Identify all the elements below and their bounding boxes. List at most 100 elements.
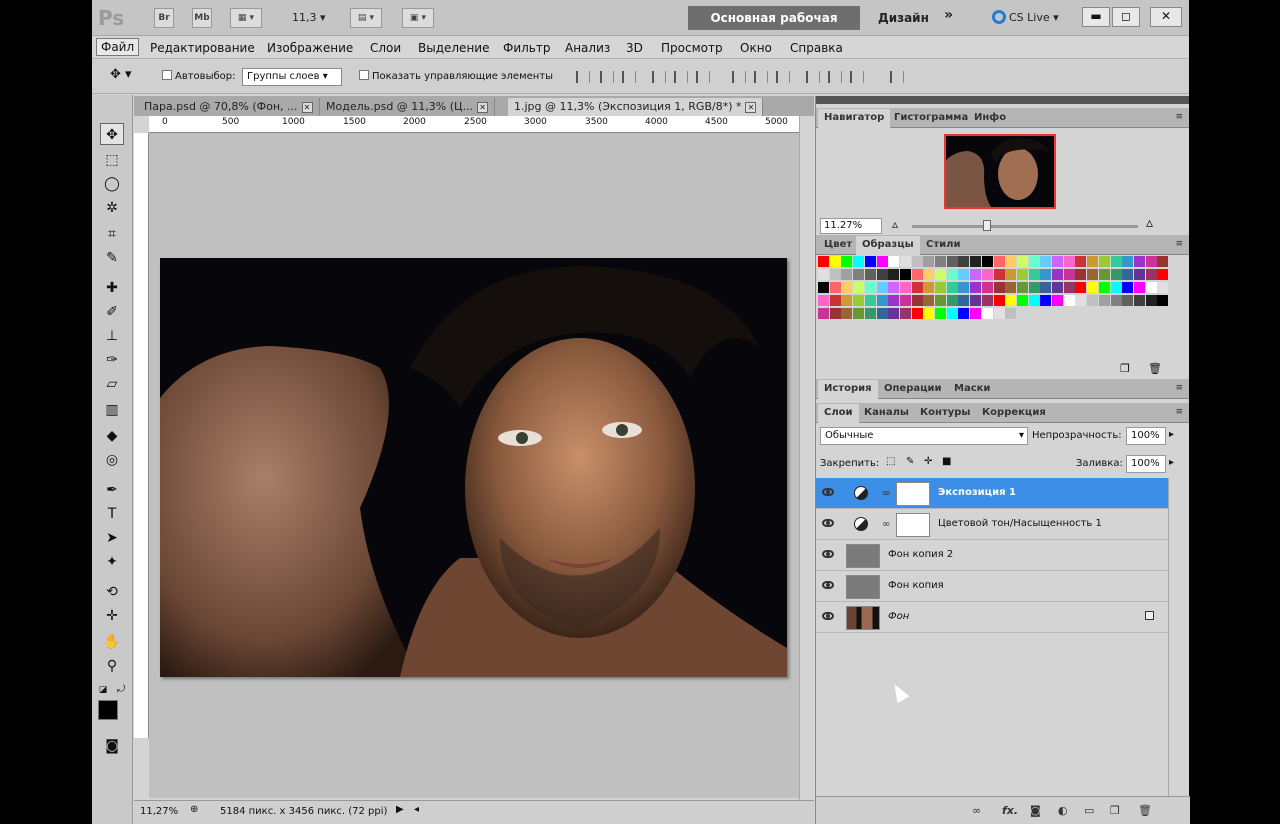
- tab-history[interactable]: История: [818, 380, 878, 399]
- color-swatch[interactable]: [888, 295, 900, 306]
- color-swatch[interactable]: [946, 282, 958, 293]
- lock-transparent-icon[interactable]: ⬚: [886, 456, 895, 467]
- new-layer-icon[interactable]: ❐: [1110, 804, 1120, 817]
- color-swatch[interactable]: [1098, 295, 1110, 306]
- healing-brush-tool-icon[interactable]: ✚: [100, 277, 124, 299]
- color-swatch[interactable]: [876, 256, 888, 267]
- color-swatch[interactable]: [1110, 282, 1122, 293]
- type-tool-icon[interactable]: T: [100, 503, 124, 525]
- color-swatch[interactable]: [1075, 295, 1087, 306]
- color-swatch[interactable]: [1005, 308, 1017, 319]
- color-swatch[interactable]: [993, 282, 1005, 293]
- color-swatch[interactable]: [1005, 295, 1017, 306]
- crop-tool-icon[interactable]: ⌗: [100, 223, 124, 245]
- color-swatch[interactable]: [829, 308, 841, 319]
- color-swatch[interactable]: [1005, 256, 1017, 267]
- color-swatch[interactable]: [1087, 269, 1099, 280]
- color-swatch[interactable]: [1040, 295, 1052, 306]
- color-swatch[interactable]: [899, 308, 911, 319]
- layer-background-copy-2[interactable]: Фон копия 2: [816, 540, 1168, 571]
- color-swatch[interactable]: [818, 308, 829, 319]
- color-swatch[interactable]: [1098, 256, 1110, 267]
- color-swatch[interactable]: [818, 282, 829, 293]
- color-swatch[interactable]: [958, 295, 970, 306]
- default-colors-icon[interactable]: ◪: [96, 679, 110, 701]
- minimize-button[interactable]: ▬: [1082, 7, 1110, 27]
- shape-tool-icon[interactable]: ✦: [100, 551, 124, 573]
- color-swatch[interactable]: [853, 295, 865, 306]
- layer-mask-thumbnail[interactable]: [896, 513, 930, 537]
- color-swatch[interactable]: [1052, 269, 1063, 280]
- color-swatch[interactable]: [1016, 282, 1028, 293]
- delete-swatch-icon[interactable]: 🗑: [1148, 362, 1162, 375]
- color-swatch[interactable]: [1075, 269, 1087, 280]
- add-mask-icon[interactable]: ◙: [1030, 804, 1041, 817]
- color-swatch[interactable]: [1028, 282, 1040, 293]
- show-transform-controls-checkbox[interactable]: Показать управляющие элементы: [359, 70, 553, 82]
- color-swatch[interactable]: [911, 282, 923, 293]
- color-swatch[interactable]: [923, 269, 935, 280]
- color-swatch[interactable]: [853, 282, 865, 293]
- fill-arrow-icon[interactable]: ▸: [1169, 457, 1174, 468]
- color-swatch[interactable]: [853, 256, 865, 267]
- color-swatch[interactable]: [899, 269, 911, 280]
- distribute-top-icon[interactable]: [732, 71, 746, 83]
- zoom-level-select[interactable]: 11,3 ▾: [292, 11, 326, 24]
- zoom-in-icon[interactable]: ▵: [1146, 215, 1153, 231]
- distribute-left-icon[interactable]: [806, 71, 820, 83]
- color-swatch[interactable]: [923, 256, 935, 267]
- layer-mask-thumbnail[interactable]: [896, 482, 930, 506]
- menu-file[interactable]: Файл: [96, 38, 140, 56]
- color-swatch[interactable]: [981, 282, 993, 293]
- 3d-camera-tool-icon[interactable]: ✛: [100, 605, 124, 627]
- autoselect-checkbox[interactable]: Автовыбор:: [162, 70, 235, 82]
- color-swatch[interactable]: [853, 308, 865, 319]
- menu-view[interactable]: Просмотр: [657, 40, 727, 56]
- tab-para-psd[interactable]: Пара.psd @ 70,8% (Фон, ... ✕: [138, 98, 320, 116]
- workspace-essentials-button[interactable]: Основная рабочая среда: [688, 6, 860, 49]
- bridge-button[interactable]: Br: [154, 8, 174, 28]
- color-swatch[interactable]: [1040, 269, 1052, 280]
- color-swatch[interactable]: [818, 256, 829, 267]
- color-swatch[interactable]: [1122, 282, 1134, 293]
- color-swatch[interactable]: [981, 295, 993, 306]
- color-swatch[interactable]: [853, 269, 865, 280]
- mask-link-icon[interactable]: ∞: [882, 488, 890, 499]
- tab-model-psd[interactable]: Модель.psd @ 11,3% (Ц... ✕: [320, 98, 496, 116]
- color-swatch[interactable]: [876, 269, 888, 280]
- fill-input[interactable]: 100%: [1126, 455, 1166, 473]
- color-swatch[interactable]: [958, 269, 970, 280]
- color-swatch[interactable]: [1028, 256, 1040, 267]
- autoselect-dropdown[interactable]: Группы слоев ▾: [242, 68, 342, 86]
- zoom-tool-icon[interactable]: ⚲: [100, 655, 124, 677]
- menu-window[interactable]: Окно: [736, 40, 776, 56]
- color-swatch[interactable]: [1063, 282, 1075, 293]
- color-swatch[interactable]: [958, 282, 970, 293]
- dock-collapse-bar[interactable]: [816, 96, 1189, 104]
- close-tab-icon[interactable]: ✕: [745, 102, 757, 113]
- hand-tool-icon[interactable]: ✋: [100, 631, 124, 653]
- screen-mode-button[interactable]: ▣ ▾: [402, 8, 434, 28]
- new-swatch-icon[interactable]: ❐: [1120, 362, 1130, 375]
- color-swatch[interactable]: [970, 308, 982, 319]
- status-menu-arrow-icon[interactable]: ▶: [396, 804, 404, 815]
- tab-actions[interactable]: Операции: [878, 382, 948, 395]
- color-swatch[interactable]: [888, 256, 900, 267]
- delete-layer-icon[interactable]: 🗑: [1138, 804, 1152, 817]
- maximize-button[interactable]: ◻: [1112, 7, 1140, 27]
- menu-analysis[interactable]: Анализ: [561, 40, 614, 56]
- color-swatch[interactable]: [946, 308, 958, 319]
- color-swatch[interactable]: [876, 295, 888, 306]
- panel-menu-icon[interactable]: ≡: [1175, 383, 1183, 393]
- color-swatch[interactable]: [981, 308, 993, 319]
- eraser-tool-icon[interactable]: ▱: [100, 373, 124, 395]
- color-swatch[interactable]: [923, 282, 935, 293]
- color-swatch[interactable]: [829, 295, 841, 306]
- color-swatch[interactable]: [970, 269, 982, 280]
- color-swatch[interactable]: [1052, 256, 1063, 267]
- tab-channels[interactable]: Каналы: [858, 406, 915, 419]
- mini-bridge-button[interactable]: Mb: [192, 8, 212, 28]
- distribute-bottom-icon[interactable]: [776, 71, 790, 83]
- align-bottom-icon[interactable]: [622, 71, 636, 83]
- color-swatch[interactable]: [1075, 256, 1087, 267]
